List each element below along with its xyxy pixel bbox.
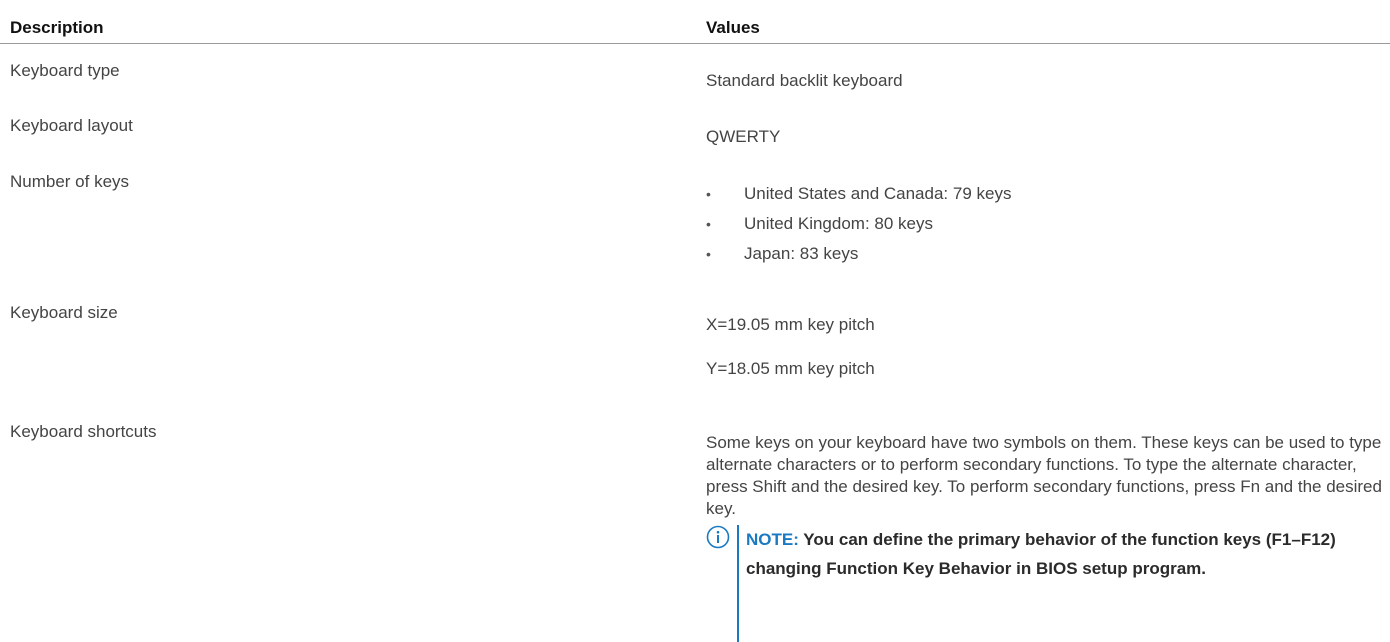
note-text: NOTE: You can define the primary behavio… <box>746 525 1386 583</box>
header-values: Values <box>706 18 760 37</box>
bullet-icon: • <box>706 216 711 232</box>
info-icon <box>706 525 730 549</box>
value-keyboard-type: Standard backlit keyboard <box>706 71 903 90</box>
keyboard-shortcuts-paragraph: Some keys on your keyboard have two symb… <box>706 433 1382 518</box>
bullet-icon: • <box>706 246 711 262</box>
row-label-keyboard-shortcuts: Keyboard shortcuts <box>10 422 157 441</box>
value-keyboard-size-y: Y=18.05 mm key pitch <box>706 359 875 378</box>
header-description: Description <box>10 18 104 37</box>
value-keyboard-layout: QWERTY <box>706 127 781 146</box>
list-item-text: United Kingdom: 80 keys <box>744 214 933 233</box>
note-body: You can define the primary behavior of t… <box>746 530 1336 578</box>
bullet-icon: • <box>706 186 711 202</box>
value-keyboard-size-x: X=19.05 mm key pitch <box>706 315 875 334</box>
note-label: NOTE: <box>746 530 799 549</box>
table-header-row: Description Values <box>0 0 1390 44</box>
keyboard-spec-table: Description Values Keyboard type Standar… <box>0 0 1390 642</box>
row-label-number-of-keys: Number of keys <box>10 172 130 191</box>
row-label-keyboard-type: Keyboard type <box>10 61 120 80</box>
note-divider <box>737 525 739 642</box>
row-label-keyboard-size: Keyboard size <box>10 303 118 322</box>
row-label-keyboard-layout: Keyboard layout <box>10 116 133 135</box>
note-callout: NOTE: You can define the primary behavio… <box>706 525 1390 642</box>
list-item-text: United States and Canada: 79 keys <box>744 184 1012 203</box>
list-item-text: Japan: 83 keys <box>744 244 859 263</box>
